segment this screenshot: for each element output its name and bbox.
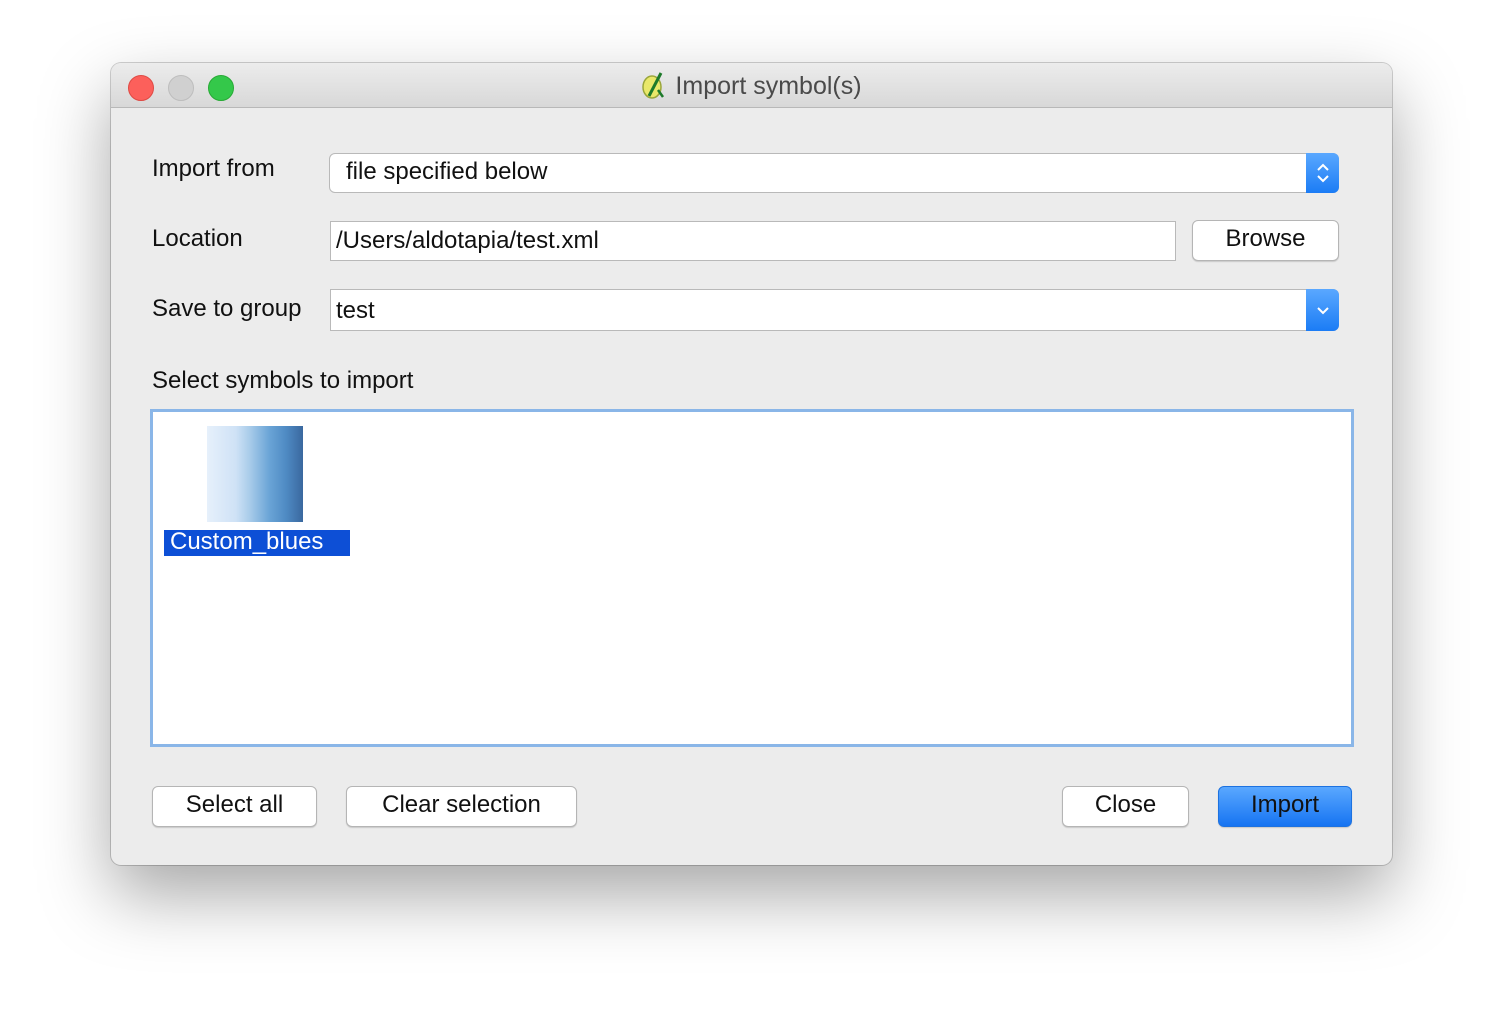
window-title: Import symbol(s) — [111, 63, 1392, 107]
chevron-down-icon[interactable] — [1306, 289, 1339, 331]
symbols-list[interactable]: Custom_blues — [150, 409, 1354, 747]
clear-selection-button[interactable]: Clear selection — [346, 786, 577, 827]
location-label: Location — [152, 225, 243, 252]
save-to-group-label: Save to group — [152, 295, 302, 322]
updown-chevron-icon[interactable] — [1306, 153, 1339, 193]
location-value: /Users/aldotapia/test.xml — [336, 227, 599, 254]
import-symbols-dialog: Import symbol(s) Import from file specif… — [111, 63, 1392, 865]
browse-button[interactable]: Browse — [1192, 220, 1339, 261]
close-button[interactable]: Close — [1062, 786, 1189, 827]
color-ramp-preview — [207, 426, 303, 522]
import-from-select[interactable]: file specified below — [329, 153, 1339, 193]
select-all-button[interactable]: Select all — [152, 786, 317, 827]
title-bar: Import symbol(s) — [111, 63, 1392, 108]
symbols-label: Select symbols to import — [152, 367, 414, 394]
import-button[interactable]: Import — [1218, 786, 1352, 827]
import-from-value: file specified below — [346, 158, 548, 185]
location-input[interactable]: /Users/aldotapia/test.xml — [330, 221, 1176, 261]
qgis-icon — [641, 69, 667, 99]
save-to-group-select[interactable]: test — [330, 289, 1339, 331]
symbol-item-label: Custom_blues — [164, 530, 350, 556]
save-to-group-value: test — [336, 297, 375, 324]
window-title-text: Import symbol(s) — [675, 72, 862, 100]
import-from-label: Import from — [152, 155, 275, 182]
